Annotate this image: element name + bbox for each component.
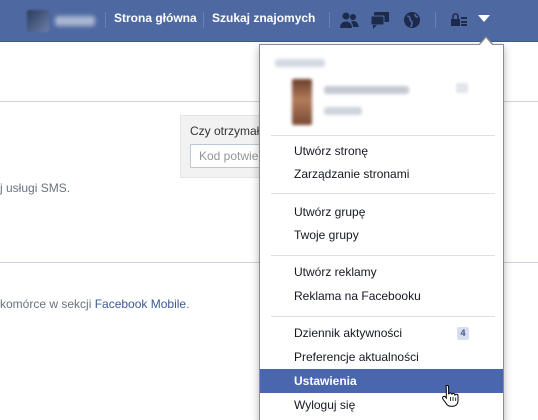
menu-item-activity-log[interactable]: Dziennik aktywności 4 (260, 321, 503, 345)
confirmation-code-input[interactable] (190, 144, 270, 168)
menu-divider (271, 193, 495, 194)
menu-item-settings[interactable]: Ustawienia (260, 369, 503, 393)
sms-question-label: Czy otrzymał (190, 124, 260, 138)
menu-item-create-group[interactable]: Utwórz grupę (260, 200, 503, 224)
account-menu-chevron-icon[interactable] (478, 15, 490, 22)
menu-item-create-ads[interactable]: Utwórz reklamy (260, 260, 503, 284)
activity-count-badge: 4 (457, 327, 469, 340)
page-name-redacted (324, 86, 409, 94)
messages-icon[interactable] (370, 11, 390, 29)
nav-divider (105, 12, 106, 28)
privacy-lock-icon[interactable] (449, 11, 469, 29)
nav-divider (435, 12, 436, 28)
hand-cursor-icon (442, 384, 459, 407)
menu-divider (271, 135, 495, 136)
menu-item-your-groups[interactable]: Twoje grupy (260, 223, 503, 247)
profile-name-redacted (55, 16, 95, 26)
home-link[interactable]: Strona główna (114, 11, 197, 25)
menu-item-news-feed-preferences[interactable]: Preferencje aktualności (260, 345, 503, 369)
profile-shortcut[interactable] (27, 9, 95, 33)
sms-service-text: j usługi SMS. (0, 181, 71, 195)
avatar (27, 10, 49, 32)
menu-divider (271, 255, 495, 256)
dropdown-pointer-fill (479, 38, 493, 46)
mobile-info-prefix: komórce w sekcji (0, 297, 95, 311)
menu-item-advertising[interactable]: Reklama na Facebooku (260, 284, 503, 308)
menu-item-log-out[interactable]: Wyloguj się (260, 393, 503, 417)
page-sub-redacted (324, 107, 362, 115)
notifications-icon[interactable] (402, 11, 422, 29)
mobile-info-text: komórce w sekcji Facebook Mobile. (0, 297, 189, 311)
activity-log-label: Dziennik aktywności (294, 326, 403, 340)
page-notification-badge (456, 83, 468, 93)
nav-divider (329, 12, 330, 28)
nav-divider (203, 12, 204, 28)
account-dropdown-menu: Utwórz stronę Zarządzanie stronami Utwór… (259, 44, 504, 420)
menu-item-create-page[interactable]: Utwórz stronę (260, 139, 503, 163)
page-thumbnail (292, 79, 312, 125)
menu-item-manage-pages[interactable]: Zarządzanie stronami (260, 162, 503, 186)
friend-requests-icon[interactable] (339, 11, 359, 29)
use-facebook-as-label-redacted (275, 59, 325, 67)
facebook-mobile-link[interactable]: Facebook Mobile (95, 297, 186, 311)
find-friends-link[interactable]: Szukaj znajomych (212, 11, 315, 25)
menu-divider (271, 316, 495, 317)
mobile-info-suffix: . (186, 297, 190, 311)
top-navigation-bar: Strona główna Szukaj znajomych (0, 0, 538, 42)
